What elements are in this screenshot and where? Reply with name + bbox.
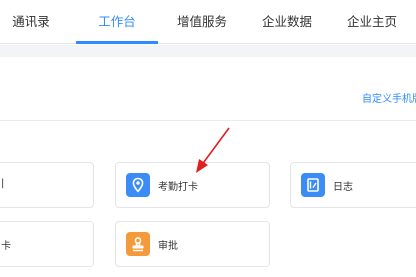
tab-contacts[interactable]: 通讯录 xyxy=(12,0,50,44)
app-card-partial-left-bottom[interactable]: 卡 xyxy=(0,221,94,267)
toolbar-divider xyxy=(0,120,416,121)
app-card-approval[interactable]: 审批 xyxy=(115,221,270,267)
app-card-partial-left-top[interactable]: | xyxy=(0,162,94,208)
app-card-log[interactable]: 日志 xyxy=(290,162,416,208)
top-nav: 通讯录 工作台 增值服务 企业数据 企业主页 xyxy=(0,0,416,44)
app-card-label: 考勤打卡 xyxy=(158,182,198,193)
tab-value-added-services[interactable]: 增值服务 xyxy=(177,0,227,44)
workbench-page: 通讯录 工作台 增值服务 企业数据 企业主页 自定义手机版 | 考勤打卡 日志 … xyxy=(0,0,416,277)
app-card-label: 日志 xyxy=(333,182,353,193)
app-card-attendance[interactable]: 考勤打卡 xyxy=(115,162,270,208)
approval-stamp-icon xyxy=(126,232,150,256)
app-card-label: 卡 xyxy=(1,241,11,252)
tab-enterprise-data[interactable]: 企业数据 xyxy=(262,0,312,44)
log-book-icon xyxy=(301,173,325,197)
annotation-arrow-shaft xyxy=(200,127,230,167)
app-card-label: 审批 xyxy=(158,241,178,252)
section-separator xyxy=(0,45,416,57)
app-card-label: | xyxy=(1,178,5,189)
tab-enterprise-homepage[interactable]: 企业主页 xyxy=(347,0,397,44)
active-tab-indicator xyxy=(76,41,158,44)
location-pin-icon xyxy=(126,173,150,197)
customize-mobile-link[interactable]: 自定义手机版 xyxy=(362,90,416,105)
tab-workbench[interactable]: 工作台 xyxy=(98,0,136,44)
